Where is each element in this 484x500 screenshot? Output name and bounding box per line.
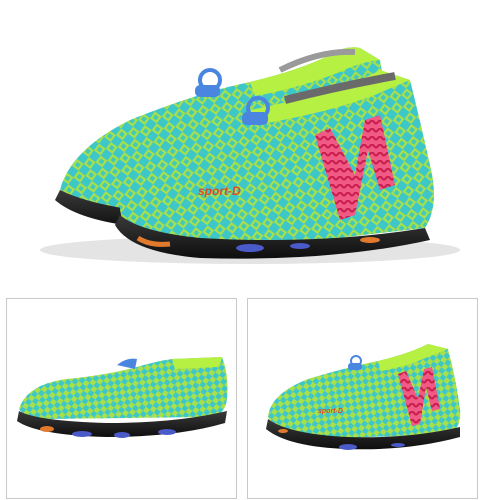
thumbnail-side-view[interactable] (6, 298, 237, 499)
main-product-photo: sport-D (0, 0, 484, 290)
brand-label: sport-D (198, 184, 241, 198)
thumbnail-angle-view[interactable]: sport-D (247, 298, 478, 499)
thumbnail-brand-label: sport-D (318, 408, 343, 415)
